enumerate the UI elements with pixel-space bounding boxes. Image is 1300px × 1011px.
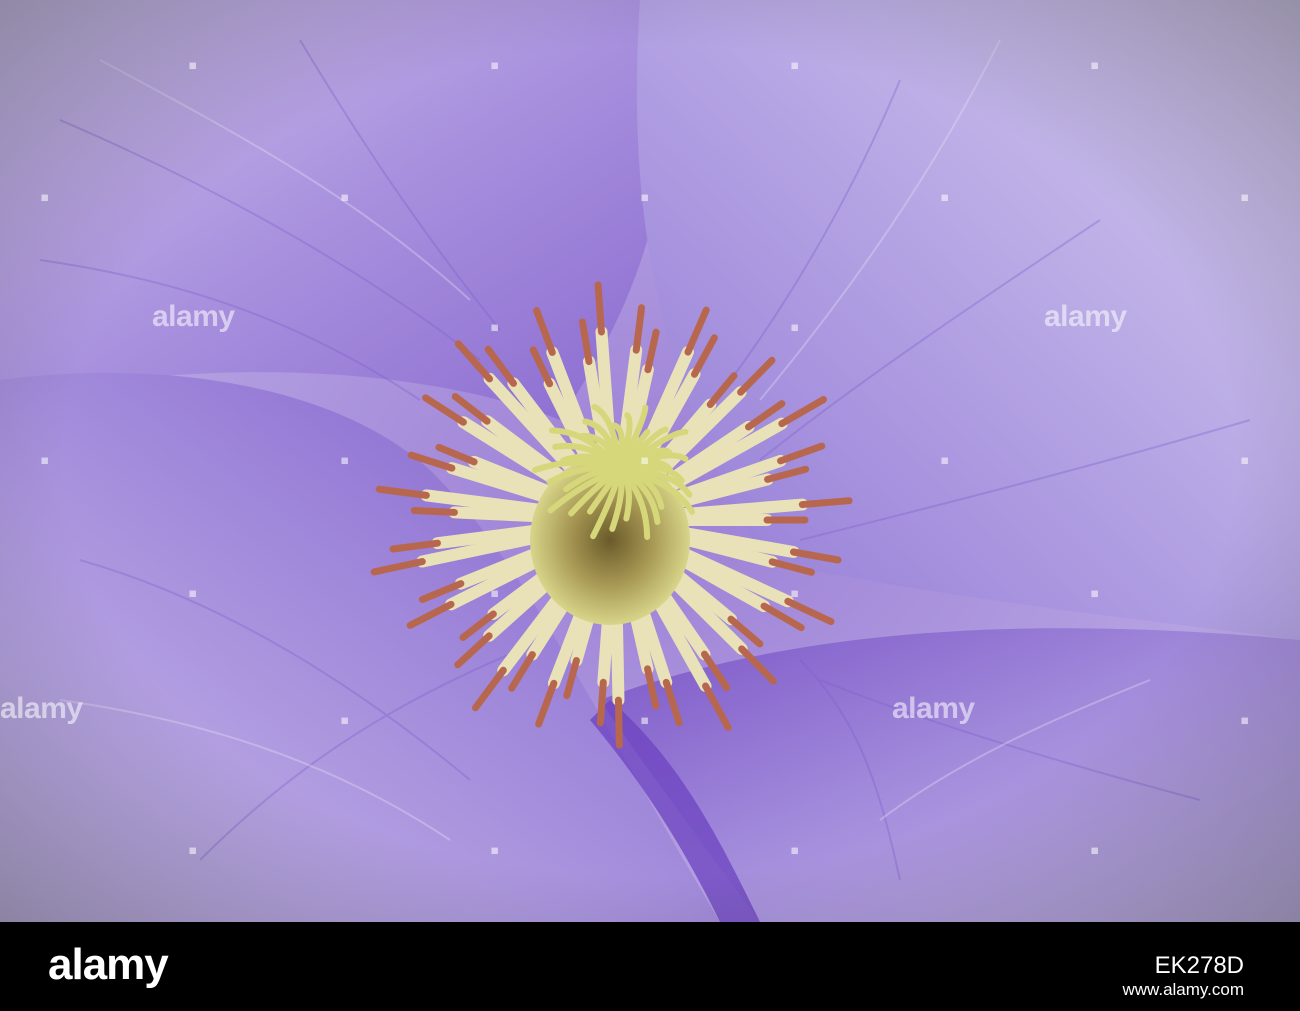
flower-illustration (0, 0, 1300, 922)
alamy-logo: alamy (48, 940, 169, 989)
site-url: www.alamy.com (1122, 980, 1244, 999)
flower-photo: ▪ ▪ ▪ ▪ ▪ ▪ ▪ ▪ ▪ alamy ▪ ▪ alamy ▪ ▪ ▪ … (0, 0, 1300, 922)
image-id: EK278D (1154, 952, 1244, 979)
stock-footer-bar: alamy EK278D www.alamy.com (0, 922, 1300, 1011)
